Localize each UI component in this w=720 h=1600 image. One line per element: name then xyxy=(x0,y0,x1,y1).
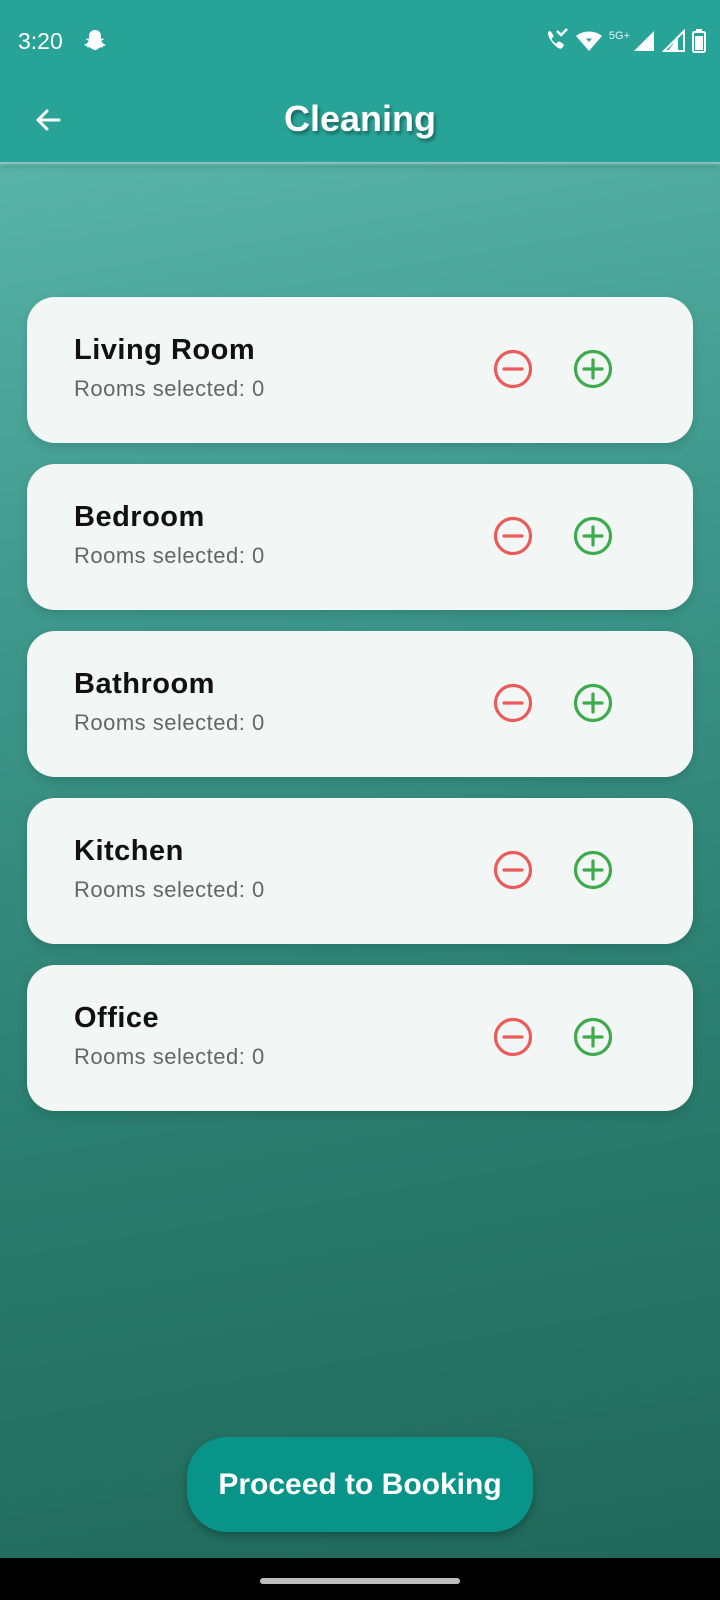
minus-circle-icon[interactable] xyxy=(493,1017,533,1057)
proceed-to-booking-button[interactable]: Proceed to Booking xyxy=(187,1437,533,1532)
room-name: Bedroom xyxy=(74,501,205,533)
room-count-label: Rooms selected: 0 xyxy=(74,877,265,902)
page-title: Cleaning xyxy=(283,98,436,139)
plus-circle-icon[interactable] xyxy=(573,683,613,723)
plus-circle-icon[interactable] xyxy=(573,850,613,890)
app-bar: Cleaning xyxy=(0,84,720,166)
plus-circle-icon[interactable] xyxy=(573,516,613,556)
room-list: Living Room Rooms selected: 0 Bedroom Ro… xyxy=(27,297,693,1132)
room-name: Kitchen xyxy=(74,835,184,867)
room-count-label: Rooms selected: 0 xyxy=(74,543,265,568)
room-count-label: Rooms selected: 0 xyxy=(74,376,265,401)
room-card-kitchen: Kitchen Rooms selected: 0 xyxy=(27,798,693,944)
room-name: Bathroom xyxy=(74,668,215,700)
minus-circle-icon[interactable] xyxy=(493,349,533,389)
room-count-label: Rooms selected: 0 xyxy=(74,1044,265,1069)
plus-circle-icon[interactable] xyxy=(573,349,613,389)
room-card-bathroom: Bathroom Rooms selected: 0 xyxy=(27,631,693,777)
plus-circle-icon[interactable] xyxy=(573,1017,613,1057)
signal-icon xyxy=(662,29,685,52)
home-indicator[interactable] xyxy=(260,1578,460,1584)
wifi-icon xyxy=(575,31,602,51)
signal-icon xyxy=(634,31,654,51)
minus-circle-icon[interactable] xyxy=(493,516,533,556)
battery-icon xyxy=(692,29,706,53)
room-card-bedroom: Bedroom Rooms selected: 0 xyxy=(27,464,693,610)
status-time: 3:20 xyxy=(18,28,63,54)
navigation-bar xyxy=(0,1558,720,1600)
room-count-label: Rooms selected: 0 xyxy=(74,710,265,735)
room-card-living-room: Living Room Rooms selected: 0 xyxy=(27,297,693,443)
wifi-calling-icon xyxy=(547,28,568,49)
status-icons: 5G+ xyxy=(543,26,706,56)
room-name: Living Room xyxy=(74,334,256,366)
network-type-label: 5G+ xyxy=(608,30,630,42)
room-name: Office xyxy=(74,1002,160,1034)
room-card-office: Office Rooms selected: 0 xyxy=(27,965,693,1111)
minus-circle-icon[interactable] xyxy=(493,850,533,890)
snapchat-icon xyxy=(84,30,106,50)
status-bar: 3:20 5G+ xyxy=(0,0,720,84)
minus-circle-icon[interactable] xyxy=(493,683,533,723)
